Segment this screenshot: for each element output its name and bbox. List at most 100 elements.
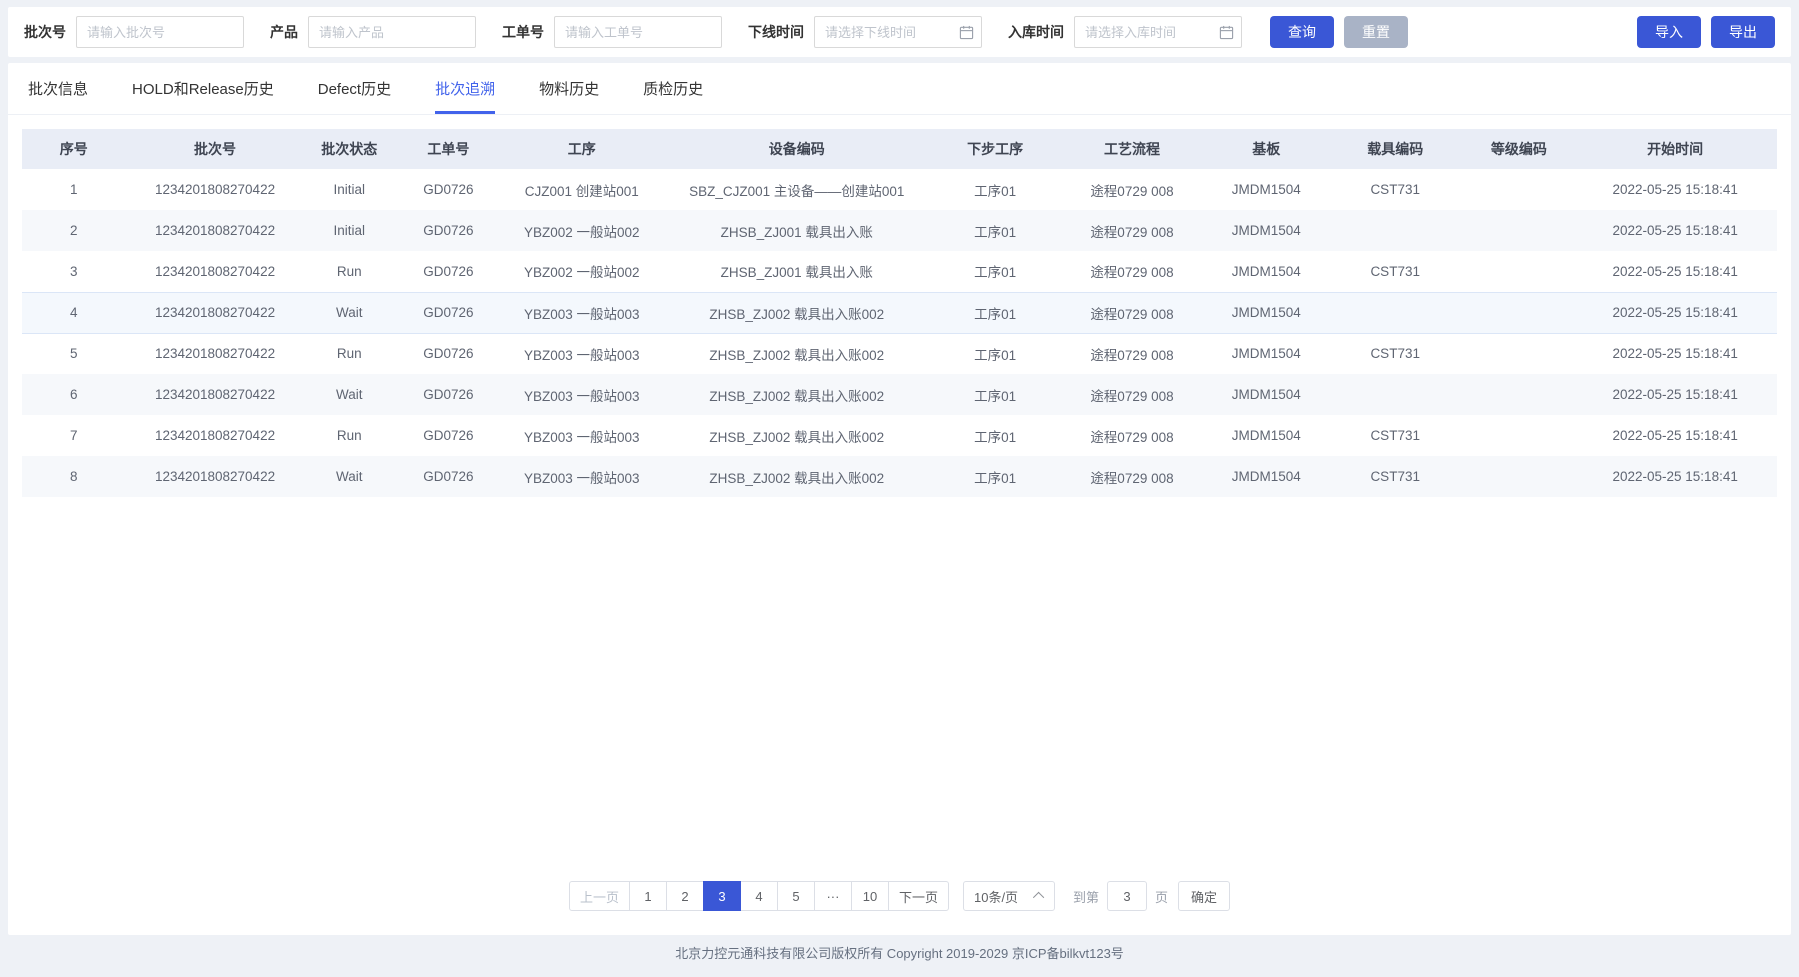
export-button[interactable]: 导出	[1711, 16, 1775, 48]
page-size-select[interactable]: 10条/页	[963, 881, 1055, 911]
table-cell: 2022-05-25 15:18:41	[1573, 210, 1777, 251]
batch-no-input[interactable]	[76, 16, 244, 48]
page-button-3[interactable]: 3	[703, 881, 741, 911]
table-cell: 6	[22, 374, 126, 415]
page-button-4[interactable]: 4	[740, 881, 778, 911]
page-button-group: 上一页12345···10下一页	[569, 881, 949, 911]
prev-page-button[interactable]: 上一页	[569, 881, 630, 911]
table-row[interactable]: 81234201808270422WaitGD0726YBZ003 一般站003…	[22, 456, 1777, 497]
table-cell: 2022-05-25 15:18:41	[1573, 169, 1777, 210]
product-input[interactable]	[308, 16, 476, 48]
page-button-1[interactable]: 1	[629, 881, 667, 911]
tab-4[interactable]: 物料历史	[539, 63, 599, 114]
table-cell: 2022-05-25 15:18:41	[1573, 415, 1777, 456]
table-cell: JMDM1504	[1207, 210, 1326, 251]
table-cell: 工序01	[933, 210, 1058, 251]
chevron-up-icon	[1033, 892, 1044, 903]
table-cell	[1465, 210, 1574, 251]
batch-no-label: 批次号	[24, 22, 66, 42]
page-button-5[interactable]: 5	[777, 881, 815, 911]
table-cell: 途程0729 008	[1057, 456, 1206, 497]
filter-field-product: 产品	[270, 16, 476, 48]
table-cell: 1	[22, 169, 126, 210]
table-row[interactable]: 71234201808270422RunGD0726YBZ003 一般站003Z…	[22, 415, 1777, 456]
reset-button[interactable]: 重置	[1344, 16, 1408, 48]
table-row[interactable]: 11234201808270422InitialGD0726CJZ001 创建站…	[22, 169, 1777, 210]
tab-1[interactable]: HOLD和Release历史	[132, 63, 274, 114]
table-header-cell: 工单号	[394, 129, 503, 169]
calendar-icon[interactable]	[958, 24, 974, 40]
table-cell: Wait	[305, 374, 395, 415]
table-cell: 途程0729 008	[1057, 292, 1206, 333]
filter-bar: 批次号 产品 工单号 下线时间 入库时间	[8, 7, 1791, 57]
table-header-cell: 下步工序	[933, 129, 1058, 169]
table-cell: ZHSB_ZJ001 载具出入账	[661, 251, 933, 292]
tab-3[interactable]: 批次追溯	[435, 63, 495, 114]
table-cell: 1234201808270422	[126, 333, 305, 374]
table-cell: Wait	[305, 292, 395, 333]
table-cell	[1326, 374, 1465, 415]
table-cell: 工序01	[933, 169, 1058, 210]
table-cell: 1234201808270422	[126, 415, 305, 456]
table-cell: JMDM1504	[1207, 333, 1326, 374]
calendar-icon[interactable]	[1218, 24, 1234, 40]
table-row[interactable]: 21234201808270422InitialGD0726YBZ002 一般站…	[22, 210, 1777, 251]
jump-prefix-label: 到第	[1073, 887, 1099, 906]
tab-2[interactable]: Defect历史	[318, 63, 391, 114]
import-button[interactable]: 导入	[1637, 16, 1701, 48]
page-size-value: 10条/页	[974, 887, 1018, 906]
table-row[interactable]: 61234201808270422WaitGD0726YBZ003 一般站003…	[22, 374, 1777, 415]
table-header-cell: 基板	[1207, 129, 1326, 169]
table-header-row: 序号批次号批次状态工单号工序设备编码下步工序工艺流程基板载具编码等级编码开始时间	[22, 129, 1777, 169]
table-cell: JMDM1504	[1207, 415, 1326, 456]
table-cell: 工序01	[933, 333, 1058, 374]
table-row[interactable]: 51234201808270422RunGD0726YBZ003 一般站003Z…	[22, 333, 1777, 374]
table-header-cell: 设备编码	[661, 129, 933, 169]
page-button-10[interactable]: 10	[851, 881, 889, 911]
work-order-input[interactable]	[554, 16, 722, 48]
table-cell: YBZ002 一般站002	[503, 251, 661, 292]
table-cell: ZHSB_ZJ002 载具出入账002	[661, 415, 933, 456]
table-cell: 工序01	[933, 415, 1058, 456]
table-cell: YBZ003 一般站003	[503, 292, 661, 333]
table-cell: Run	[305, 251, 395, 292]
tab-5[interactable]: 质检历史	[643, 63, 703, 114]
table-cell: CST731	[1326, 456, 1465, 497]
table-cell	[1465, 251, 1574, 292]
jump-confirm-button[interactable]: 确定	[1178, 881, 1230, 911]
table-cell: 2022-05-25 15:18:41	[1573, 456, 1777, 497]
query-button[interactable]: 查询	[1270, 16, 1334, 48]
table-cell: Run	[305, 333, 395, 374]
product-label: 产品	[270, 22, 298, 42]
jump-page-input[interactable]	[1107, 881, 1147, 911]
offline-time-input[interactable]	[814, 16, 982, 48]
table-row[interactable]: 31234201808270422RunGD0726YBZ002 一般站002Z…	[22, 251, 1777, 292]
filter-field-batch-no: 批次号	[24, 16, 244, 48]
table-row[interactable]: 41234201808270422WaitGD0726YBZ003 一般站003…	[22, 292, 1777, 333]
table-cell: 1234201808270422	[126, 456, 305, 497]
page-button-2[interactable]: 2	[666, 881, 704, 911]
tab-0[interactable]: 批次信息	[28, 63, 88, 114]
table-cell: GD0726	[394, 292, 503, 333]
table-cell: 途程0729 008	[1057, 333, 1206, 374]
jump-suffix-label: 页	[1155, 887, 1168, 906]
table-cell: 2022-05-25 15:18:41	[1573, 251, 1777, 292]
panel-spacer	[8, 497, 1791, 881]
offline-time-label: 下线时间	[748, 22, 804, 42]
page-ellipsis[interactable]: ···	[814, 881, 852, 911]
next-page-button[interactable]: 下一页	[888, 881, 949, 911]
table-cell: ZHSB_ZJ002 载具出入账002	[661, 456, 933, 497]
table-header-cell: 载具编码	[1326, 129, 1465, 169]
page-jumper: 到第 页 确定	[1073, 881, 1230, 911]
table-cell: ZHSB_ZJ001 载具出入账	[661, 210, 933, 251]
table-cell: GD0726	[394, 374, 503, 415]
storage-time-input[interactable]	[1074, 16, 1242, 48]
table-cell: 工序01	[933, 251, 1058, 292]
table-cell: JMDM1504	[1207, 251, 1326, 292]
table-cell: YBZ003 一般站003	[503, 415, 661, 456]
table-cell: GD0726	[394, 456, 503, 497]
table-header-cell: 开始时间	[1573, 129, 1777, 169]
table-cell: 1234201808270422	[126, 210, 305, 251]
table-cell: 1234201808270422	[126, 251, 305, 292]
table-cell: SBZ_CJZ001 主设备——创建站001	[661, 169, 933, 210]
